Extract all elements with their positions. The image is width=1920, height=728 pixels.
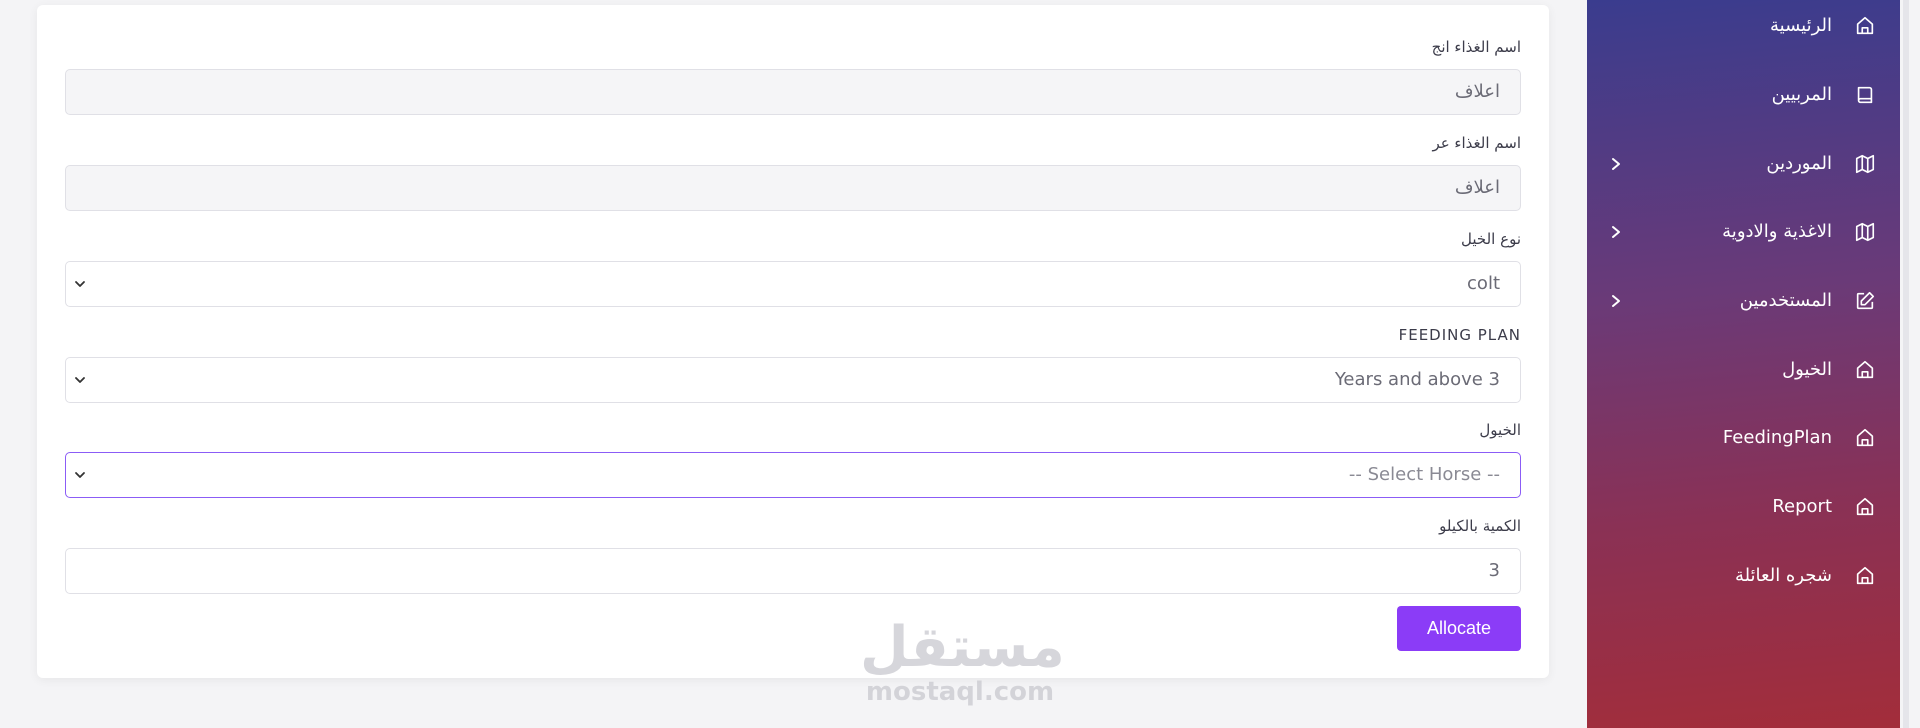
chevron-right-icon [1612, 226, 1620, 238]
sidebar-item-feeding-plan[interactable]: FeedingPlan [1587, 414, 1900, 462]
map-icon [1855, 154, 1875, 174]
feeding-plan-select[interactable]: Years and above 3 [65, 357, 1521, 403]
chevron-right-icon [1612, 295, 1620, 307]
food-name-en-field: اسم الغذاء انج اعلاف [65, 37, 1521, 115]
quantity-input[interactable]: 3 [65, 548, 1521, 594]
horse-type-select[interactable]: colt [65, 261, 1521, 307]
food-name-en-label: اسم الغذاء انج [1431, 38, 1521, 56]
chevron-down-icon [75, 472, 85, 478]
home-icon [1856, 566, 1874, 585]
home-icon [1856, 497, 1874, 516]
chevron-right-icon [1612, 158, 1620, 170]
sidebar-item-breeders[interactable]: المربيين [1587, 71, 1900, 119]
sidebar-item-label: المربيين [1771, 84, 1832, 105]
feeding-plan-label: FEEDING PLAN [1398, 326, 1521, 344]
home-icon [1856, 16, 1874, 35]
sidebar-item-label: الاغذية والادوية [1722, 221, 1832, 242]
edit-icon [1856, 291, 1875, 310]
sidebar-item-label: Report [1772, 496, 1832, 517]
horses-label: الخيول [1479, 421, 1521, 439]
quantity-label: الكمية بالكيلو [1439, 517, 1521, 535]
sidebar-item-users[interactable]: المستخدمين [1587, 277, 1900, 325]
horse-select-placeholder: -- Select Horse -- [1348, 464, 1500, 485]
food-name-ar-input[interactable]: اعلاف [65, 165, 1521, 211]
sidebar-item-suppliers[interactable]: الموردين [1587, 140, 1900, 188]
food-name-ar-label: اسم الغذاء عر [1432, 134, 1521, 152]
book-icon [1857, 86, 1873, 104]
home-icon [1856, 428, 1874, 447]
watermark: مستقل mostaql.com [860, 615, 1065, 707]
food-name-ar-field: اسم الغذاء عر اعلاف [65, 133, 1521, 211]
horses-field: الخيول -- Select Horse -- [65, 420, 1521, 498]
sidebar-item-label: FeedingPlan [1722, 427, 1832, 448]
sidebar-item-label: الموردين [1766, 153, 1832, 174]
sidebar-item-horses[interactable]: الخيول [1587, 346, 1900, 394]
sidebar-item-home[interactable]: الرئيسية [1587, 2, 1900, 50]
sidebar-item-label: الخيول [1782, 359, 1832, 380]
horse-type-label: نوع الخيل [1461, 230, 1521, 248]
sidebar-item-label: الرئيسية [1770, 15, 1832, 36]
chevron-down-icon [75, 281, 85, 287]
horse-select[interactable]: -- Select Horse -- [65, 452, 1521, 498]
home-icon [1856, 360, 1874, 379]
sidebar-item-label: المستخدمين [1739, 290, 1832, 311]
sidebar: الرئيسية المربيين الموردين الاغذية والاد… [1587, 0, 1900, 728]
watermark-arabic: مستقل [860, 615, 1065, 680]
watermark-latin: mostaql.com [865, 677, 1055, 707]
chevron-down-icon [75, 377, 85, 383]
food-name-en-input[interactable]: اعلاف [65, 69, 1521, 115]
sidebar-item-family-tree[interactable]: شجره العائلة [1587, 552, 1900, 600]
sidebar-item-report[interactable]: Report [1587, 483, 1900, 531]
scrollbar[interactable] [1903, 0, 1909, 728]
sidebar-item-label: شجره العائلة [1734, 565, 1832, 586]
feeding-plan-value: Years and above 3 [1334, 369, 1500, 390]
quantity-field: الكمية بالكيلو 3 [65, 516, 1521, 594]
map-icon [1855, 222, 1875, 242]
allocate-button[interactable]: Allocate [1397, 606, 1521, 651]
horse-type-value: colt [1467, 273, 1500, 294]
sidebar-item-food-medicine[interactable]: الاغذية والادوية [1587, 208, 1900, 256]
feeding-plan-field: FEEDING PLAN Years and above 3 [65, 325, 1521, 403]
horse-type-field: نوع الخيل colt [65, 229, 1521, 307]
